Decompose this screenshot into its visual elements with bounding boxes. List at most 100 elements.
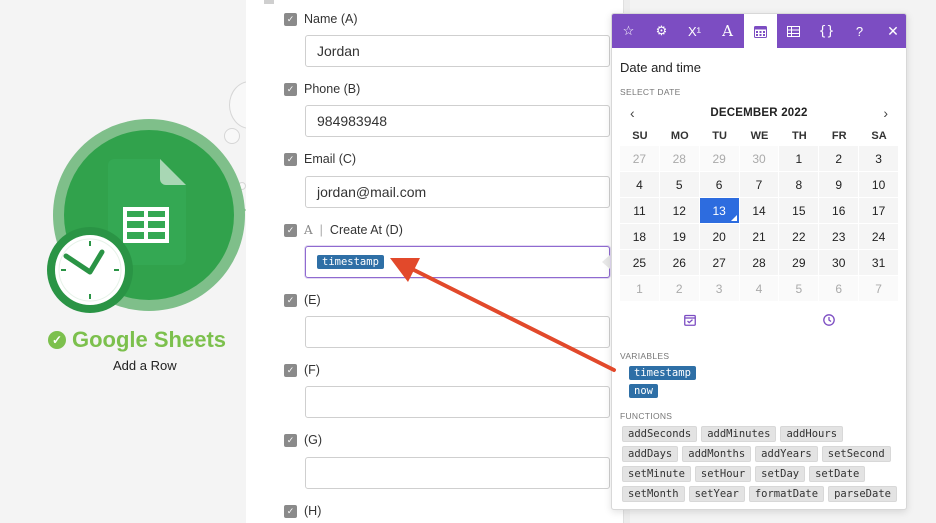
calendar-day[interactable]: 10 [859, 172, 899, 198]
calendar-day[interactable]: 25 [620, 250, 660, 276]
calendar-day[interactable]: 17 [859, 198, 899, 224]
function-setHour[interactable]: setHour [694, 466, 752, 482]
calendar-icon[interactable] [744, 14, 777, 48]
calendar-mode-switch [620, 314, 898, 329]
function-setMonth[interactable]: setMonth [622, 486, 685, 502]
function-addYears[interactable]: addYears [755, 446, 818, 462]
calendar-day[interactable]: 31 [859, 250, 899, 276]
next-month-button[interactable]: › [883, 105, 888, 121]
calendar-day[interactable]: 5 [659, 172, 700, 198]
text-icon[interactable]: A [711, 14, 744, 48]
function-addMonths[interactable]: addMonths [682, 446, 752, 462]
braces-icon[interactable]: {} [810, 14, 843, 48]
collapse-handle[interactable] [264, 0, 274, 4]
name-input[interactable]: Jordan [305, 35, 610, 67]
checkbox-icon[interactable]: ✓ [284, 152, 297, 166]
function-setYear[interactable]: setYear [688, 486, 745, 502]
calendar-day[interactable]: 7 [859, 276, 899, 302]
weekday-header: WE [750, 130, 769, 142]
calendar-day[interactable]: 7 [739, 172, 780, 198]
checkbox-icon[interactable]: ✓ [284, 223, 297, 237]
calendar-day[interactable]: 1 [620, 276, 660, 302]
function-addSeconds[interactable]: addSeconds [622, 426, 698, 442]
function-formatDate[interactable]: formatDate [748, 486, 825, 502]
function-addMinutes[interactable]: addMinutes [701, 426, 777, 442]
calendar-day[interactable]: 19 [659, 224, 700, 250]
calendar-day[interactable]: 3 [859, 146, 899, 172]
prev-month-button[interactable]: ‹ [630, 105, 635, 121]
calendar-day[interactable]: 27 [620, 146, 660, 172]
function-setDate[interactable]: setDate [809, 466, 866, 482]
calendar-day[interactable]: 5 [779, 276, 820, 302]
calendar-day[interactable]: 28 [659, 146, 700, 172]
calendar-day[interactable]: 30 [739, 146, 780, 172]
create-at-input[interactable]: timestamp [305, 246, 610, 278]
variable-now[interactable]: now [629, 384, 658, 398]
field-label-h: ✓ (H) [284, 504, 321, 518]
calendar-day[interactable]: 4 [739, 276, 780, 302]
calendar-day[interactable]: 1 [779, 146, 820, 172]
help-icon[interactable]: ? [843, 14, 876, 48]
checkbox-icon[interactable]: ✓ [284, 504, 297, 518]
calendar-day[interactable]: 23 [819, 224, 860, 250]
calendar-day[interactable]: 15 [779, 198, 820, 224]
field-label-text: Email (C) [304, 152, 357, 166]
gear-icon[interactable]: ⚙ [645, 14, 678, 48]
calendar-day[interactable]: 20 [699, 224, 740, 250]
calendar-day[interactable]: 8 [779, 172, 820, 198]
checkbox-icon[interactable]: ✓ [284, 363, 297, 377]
timestamp-token[interactable]: timestamp [317, 255, 384, 269]
calendar-day[interactable]: 12 [659, 198, 700, 224]
calendar-day[interactable]: 29 [779, 250, 820, 276]
module-title: ✓ Google Sheets [48, 327, 226, 353]
calendar-day-selected[interactable]: 13 [699, 198, 740, 224]
calendar-day[interactable]: 29 [699, 146, 740, 172]
weekday-header: FR [831, 130, 847, 142]
calendar-day[interactable]: 4 [620, 172, 660, 198]
mapping-popover: ☆ ⚙ X¹ A {} ? ✕ Date and time SELECT DAT… [611, 13, 907, 510]
calendar-day[interactable]: 21 [739, 224, 780, 250]
calendar-day[interactable]: 26 [659, 250, 700, 276]
checkbox-icon[interactable]: ✓ [284, 433, 297, 447]
calendar-day[interactable]: 18 [620, 224, 660, 250]
calendar-day[interactable]: 6 [699, 172, 740, 198]
calendar-day[interactable]: 2 [819, 146, 860, 172]
calendar-day[interactable]: 2 [659, 276, 700, 302]
checkbox-icon[interactable]: ✓ [284, 12, 297, 26]
calendar-day[interactable]: 16 [819, 198, 860, 224]
function-setDay[interactable]: setDay [755, 466, 806, 482]
calendar-day[interactable]: 28 [739, 250, 780, 276]
column-f-input[interactable] [305, 386, 610, 418]
calendar-day[interactable]: 22 [779, 224, 820, 250]
calendar-day[interactable]: 14 [739, 198, 780, 224]
function-addDays[interactable]: addDays [622, 446, 679, 462]
popover-pointer [602, 255, 610, 269]
checkbox-icon[interactable]: ✓ [284, 82, 297, 96]
function-parseDate[interactable]: parseDate [828, 486, 897, 502]
calendar-day[interactable]: 11 [620, 198, 660, 224]
checkbox-icon[interactable]: ✓ [284, 293, 297, 307]
time-mode-icon[interactable] [759, 314, 898, 329]
column-g-input[interactable] [305, 457, 610, 489]
field-label-text: Phone (B) [304, 82, 361, 96]
close-icon[interactable]: ✕ [880, 14, 906, 48]
variable-timestamp[interactable]: timestamp [629, 366, 696, 380]
function-setSecond[interactable]: setSecond [821, 446, 891, 462]
table-icon[interactable] [777, 14, 810, 48]
superscript-icon[interactable]: X¹ [678, 14, 711, 48]
calendar-day[interactable]: 3 [699, 276, 740, 302]
function-addHours[interactable]: addHours [780, 426, 844, 442]
calendar-day[interactable]: 6 [819, 276, 860, 302]
function-setMinute[interactable]: setMinute [622, 466, 691, 482]
clock-icon [47, 227, 133, 313]
field-label-text: (G) [304, 433, 323, 447]
calendar-day[interactable]: 30 [819, 250, 860, 276]
phone-input[interactable]: 984983948 [305, 105, 610, 137]
email-input[interactable]: jordan@mail.com [305, 176, 610, 208]
calendar-day[interactable]: 24 [859, 224, 899, 250]
column-e-input[interactable] [305, 316, 610, 348]
calendar-day[interactable]: 9 [819, 172, 860, 198]
date-mode-icon[interactable] [620, 314, 759, 329]
calendar-day[interactable]: 27 [699, 250, 740, 276]
star-icon[interactable]: ☆ [612, 14, 645, 48]
